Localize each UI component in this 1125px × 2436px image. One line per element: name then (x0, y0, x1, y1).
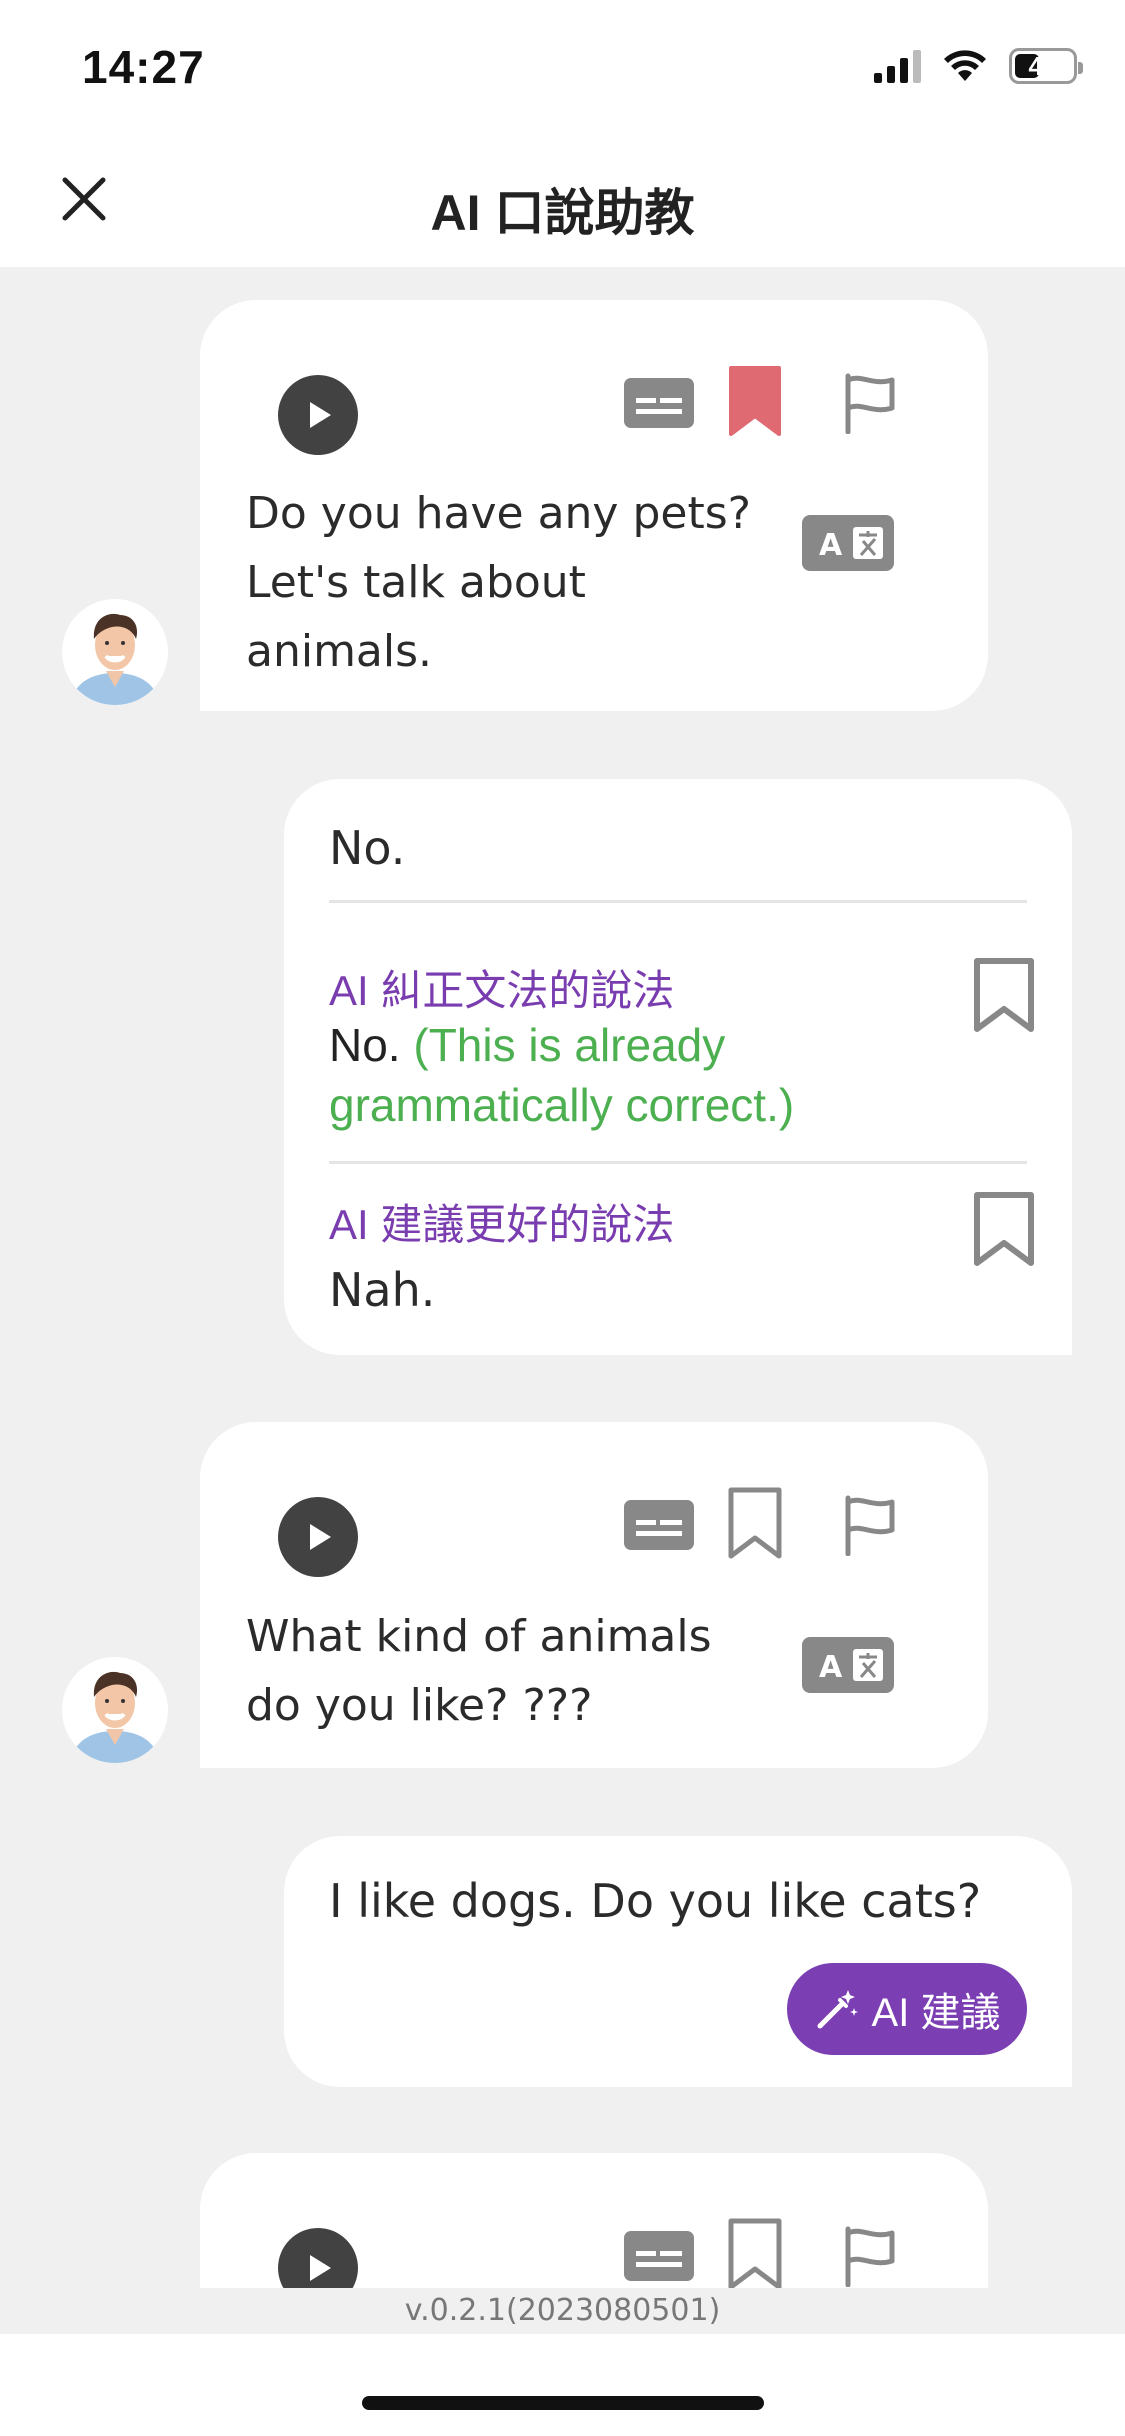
user-message-text: I like dogs. Do you like cats? (329, 1874, 982, 1928)
divider (329, 1161, 1027, 1164)
ai-message-line: Let's talk about (246, 557, 586, 608)
better-expression-text: Nah. (329, 1263, 436, 1317)
translate-button[interactable]: A (802, 515, 894, 571)
battery-percent: 49 (1028, 50, 1058, 81)
ai-message-line: What kind of animals (246, 1611, 712, 1662)
translate-icon: A (819, 527, 883, 563)
play-button[interactable] (278, 375, 358, 455)
play-icon (310, 1524, 331, 1550)
divider (329, 900, 1027, 903)
grammar-note: (This is already (413, 1019, 726, 1071)
ai-message-bubble (200, 2153, 988, 2288)
flag-icon[interactable] (842, 372, 898, 434)
play-button[interactable] (278, 2228, 358, 2288)
user-message-text: No. (329, 821, 406, 875)
version-label: v.0.2.1(2023080501) (0, 2288, 1125, 2334)
subtitle-icon[interactable] (624, 2231, 694, 2281)
user-message-bubble: I like dogs. Do you like cats? AI 建議 (284, 1836, 1072, 2087)
bookmark-icon[interactable] (727, 364, 783, 438)
magic-wand-icon (817, 1990, 858, 2029)
play-icon (310, 2255, 331, 2281)
ai-message-line: animals. (246, 626, 433, 677)
battery-icon: 49 (1009, 48, 1083, 84)
grammar-correction-value: No. (329, 1019, 401, 1071)
flag-icon[interactable] (842, 1494, 898, 1556)
home-indicator[interactable] (362, 2396, 764, 2410)
ai-message-bubble: Do you have any pets? Let's talk about a… (200, 300, 988, 711)
bottom-safe-area (0, 2334, 1125, 2436)
user-message-bubble: No. AI 糾正文法的說法 No. (This is already gram… (284, 779, 1072, 1355)
subtitle-icon[interactable] (624, 378, 694, 428)
wifi-icon (944, 50, 986, 81)
bookmark-icon[interactable] (971, 1189, 1037, 1269)
status-time: 14:27 (82, 41, 205, 93)
grammar-correction-label: AI 糾正文法的說法 (329, 967, 675, 1014)
bookmark-icon[interactable] (727, 1486, 783, 1560)
ai-message-line: do you like? ??? (246, 1680, 593, 1731)
subtitle-icon[interactable] (624, 1500, 694, 1550)
ai-suggest-button[interactable]: AI 建議 (787, 1963, 1027, 2055)
avatar (62, 1657, 168, 1763)
grammar-correction-text: No. (This is already grammatically corre… (329, 1015, 919, 1135)
ai-suggest-label: AI 建議 (871, 1991, 1001, 2035)
flag-icon[interactable] (842, 2225, 898, 2287)
chat-area[interactable]: Do you have any pets? Let's talk about a… (0, 267, 1125, 2288)
play-button[interactable] (278, 1497, 358, 1577)
grammar-note: grammatically correct.) (329, 1079, 795, 1131)
translate-icon: A (819, 1649, 883, 1685)
translate-button[interactable]: A (802, 1637, 894, 1693)
svg-text:A: A (819, 528, 843, 563)
bookmark-icon[interactable] (727, 2217, 783, 2288)
ai-message-text: What kind of animals do you like? ??? (246, 1602, 712, 1740)
svg-text:A: A (819, 1650, 843, 1685)
bookmark-icon[interactable] (971, 955, 1037, 1035)
cellular-signal-icon (874, 49, 921, 83)
header: AI 口說助教 (0, 135, 1125, 267)
page-title: AI 口說助教 (430, 185, 695, 241)
play-icon (310, 402, 331, 428)
avatar (62, 599, 168, 705)
ai-message-line: Do you have any pets? (246, 488, 751, 539)
better-expression-label: AI 建議更好的說法 (329, 1201, 675, 1248)
status-icons: 49 (874, 48, 1083, 84)
ai-message-bubble: What kind of animals do you like? ??? A (200, 1422, 988, 1768)
ai-message-text: Do you have any pets? Let's talk about a… (246, 479, 751, 686)
status-bar: 14:27 49 (0, 0, 1125, 135)
